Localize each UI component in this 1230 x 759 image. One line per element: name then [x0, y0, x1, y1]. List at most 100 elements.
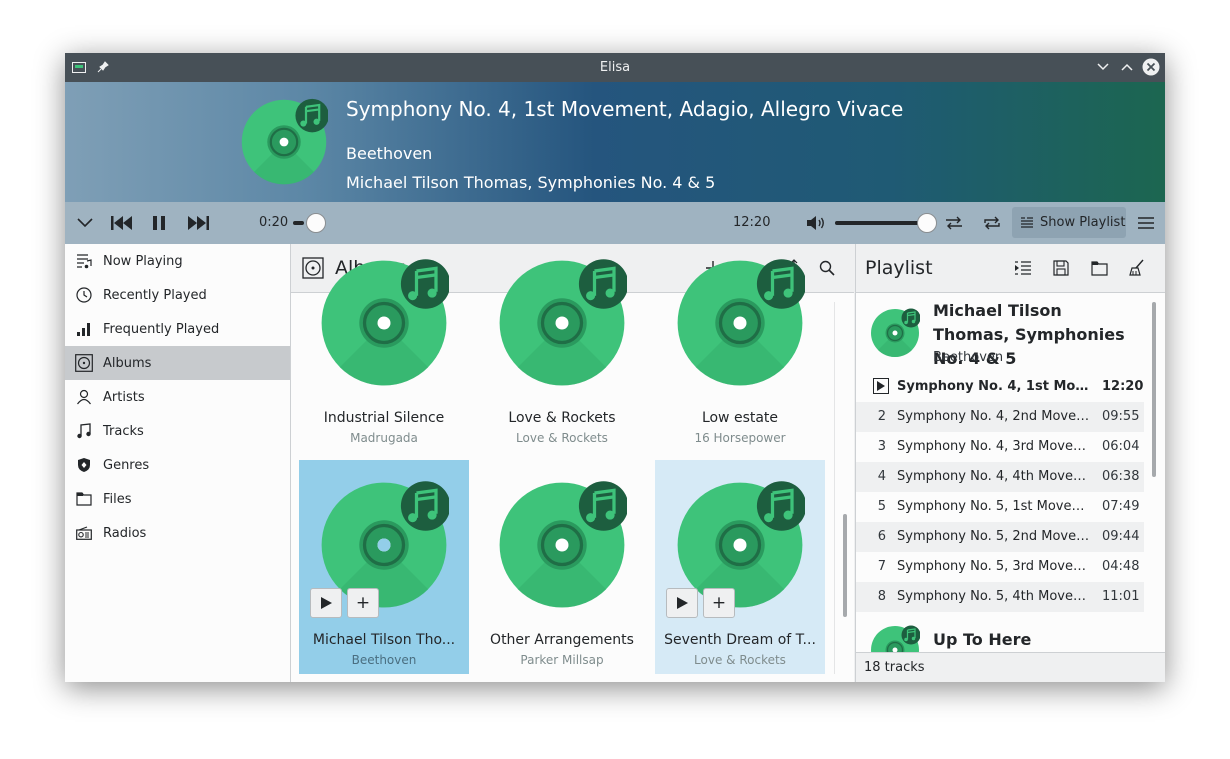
progress-fill — [293, 221, 304, 225]
add-album-button[interactable]: + — [703, 588, 735, 618]
sidebar-item-files[interactable]: Files — [65, 482, 290, 516]
album-tile[interactable]: Low estate 16 Horsepower — [655, 244, 825, 452]
album-artist[interactable]: Madrugada — [299, 431, 469, 445]
track-number: 2 — [877, 409, 886, 424]
album-name: Low estate — [701, 410, 779, 426]
next-album-name: Up To Here — [933, 630, 1032, 649]
mute-button[interactable] — [802, 209, 830, 237]
album-artist[interactable]: Beethoven — [299, 653, 469, 667]
minimize-icon[interactable] — [1095, 59, 1111, 75]
load-playlist-button[interactable] — [1087, 256, 1111, 280]
sidebar-item-genres[interactable]: Genres — [65, 448, 290, 482]
sidebar-item-label: Frequently Played — [103, 321, 220, 337]
show-playlist-button[interactable]: Show Playlist — [1012, 207, 1126, 238]
collapse-header-button[interactable] — [71, 209, 99, 237]
sidebar-item-label: Artists — [103, 389, 145, 405]
album-tile[interactable]: Industrial Silence Madrugada — [299, 244, 469, 452]
playlist-track-row[interactable]: 6 Symphony No. 5, 2nd Movem... 09:44 — [856, 522, 1144, 552]
album-tile-selected[interactable]: + Michael Tilson Tho... Beethoven — [299, 460, 469, 674]
album-tile[interactable]: Love & Rockets Love & Rockets — [477, 244, 647, 452]
track-title: Symphony No. 4, 2nd Movem... — [897, 409, 1092, 424]
shuffle-icon — [946, 216, 962, 230]
sidebar-item-artists[interactable]: Artists — [65, 380, 290, 414]
app-window: Elisa Symphony No. 4, 1st Movement, Adag… — [65, 53, 1165, 682]
playlist-album-cover-icon — [870, 308, 920, 358]
pause-button[interactable] — [145, 209, 173, 237]
add-album-button[interactable]: + — [347, 588, 379, 618]
save-playlist-button[interactable] — [1049, 256, 1073, 280]
pause-icon — [153, 216, 165, 230]
playback-controls: 0:20 12:20 Show Playlist — [65, 202, 1165, 244]
playlist-track-row[interactable]: 8 Symphony No. 5, 4th Movem... 11:01 — [856, 582, 1144, 612]
window-title: Elisa — [599, 60, 631, 75]
hamburger-menu-button[interactable] — [1132, 209, 1160, 237]
playlist-track-row[interactable]: 5 Symphony No. 5, 1st Moveme... 07:49 — [856, 492, 1144, 522]
track-number: 4 — [877, 469, 886, 484]
menu-icon — [1138, 217, 1154, 229]
track-number: 6 — [877, 529, 886, 544]
sidebar-item-tracks[interactable]: Tracks — [65, 414, 290, 448]
album-artist[interactable]: Love & Rockets — [477, 431, 647, 445]
shuffle-button[interactable] — [940, 209, 968, 237]
album-name: Love & Rockets — [508, 410, 616, 426]
bar-chart-icon — [75, 320, 93, 338]
progress-slider-handle[interactable] — [306, 213, 326, 233]
track-title: Symphony No. 5, 4th Movem... — [897, 589, 1092, 604]
playlist-track-row[interactable]: 2 Symphony No. 4, 2nd Movem... 09:55 — [856, 402, 1144, 432]
title-bar: Elisa — [65, 53, 1165, 82]
sidebar-item-label: Now Playing — [103, 253, 183, 269]
now-playing-artist[interactable]: Beethoven — [346, 144, 432, 163]
album-cover-icon — [497, 258, 627, 388]
playlist-track-row[interactable]: Symphony No. 4, 1st Moveme... 12:20 — [856, 372, 1144, 402]
track-number: 7 — [877, 559, 886, 574]
album-artist[interactable]: Love & Rockets — [655, 653, 825, 667]
play-album-button[interactable] — [666, 588, 698, 618]
album-artist[interactable]: Parker Millsap — [477, 653, 647, 667]
sidebar-item-label: Genres — [103, 457, 150, 473]
album-cover-icon — [675, 258, 805, 388]
track-title: Symphony No. 5, 3rd Movem... — [897, 559, 1092, 574]
save-icon — [1053, 260, 1069, 276]
volume-slider-handle[interactable] — [917, 213, 937, 233]
track-title: Symphony No. 4, 1st Moveme... — [897, 379, 1092, 394]
playlist-track-row[interactable]: 3 Symphony No. 4, 3rd Movem... 06:04 — [856, 432, 1144, 462]
sidebar-item-label: Recently Played — [103, 287, 207, 303]
album-name: Seventh Dream of T... — [664, 632, 816, 648]
playlist-scrollbar[interactable] — [1152, 302, 1156, 477]
sidebar-item-label: Radios — [103, 525, 147, 541]
sidebar-item-radios[interactable]: Radios — [65, 516, 290, 550]
show-current-track-button[interactable] — [1011, 256, 1035, 280]
sidebar-item-now-playing[interactable]: Now Playing — [65, 244, 290, 278]
chevron-down-icon — [77, 218, 93, 228]
clock-icon — [75, 286, 93, 304]
album-artist[interactable]: 16 Horsepower — [655, 431, 825, 445]
play-album-button[interactable] — [310, 588, 342, 618]
previous-button[interactable] — [108, 209, 136, 237]
album-tile[interactable]: Other Arrangements Parker Millsap — [477, 460, 647, 674]
clear-playlist-button[interactable] — [1125, 256, 1149, 280]
album-icon — [75, 354, 93, 372]
sidebar-item-label: Files — [103, 491, 132, 507]
albums-scrollbar-track — [834, 302, 835, 674]
repeat-button[interactable] — [978, 209, 1006, 237]
albums-view: Albums Industrial Silence Madrugada Love… — [291, 244, 854, 682]
playlist-header: Playlist — [856, 244, 1165, 293]
now-playing-cover-icon — [240, 98, 328, 186]
playlist-track-row[interactable]: 7 Symphony No. 5, 3rd Movem... 04:48 — [856, 552, 1144, 582]
sidebar-item-albums[interactable]: Albums — [65, 346, 290, 380]
sidebar-item-frequently-played[interactable]: Frequently Played — [65, 312, 290, 346]
close-icon[interactable] — [1142, 58, 1160, 76]
album-tile-hovered[interactable]: + Seventh Dream of T... Love & Rockets — [655, 460, 825, 674]
track-duration: 06:38 — [1102, 469, 1140, 484]
track-duration: 11:01 — [1102, 589, 1140, 604]
playlist-track-row[interactable]: 4 Symphony No. 4, 4th Movem... 06:38 — [856, 462, 1144, 492]
next-button[interactable] — [184, 209, 212, 237]
albums-scrollbar[interactable] — [843, 514, 847, 617]
sidebar-item-recently-played[interactable]: Recently Played — [65, 278, 290, 312]
maximize-icon[interactable] — [1119, 59, 1135, 75]
folder-icon — [75, 490, 93, 508]
now-playing-album[interactable]: Michael Tilson Thomas, Symphonies No. 4 … — [346, 173, 715, 192]
plus-icon: + — [355, 593, 371, 613]
album-name: Other Arrangements — [490, 632, 634, 648]
play-icon — [677, 597, 688, 609]
